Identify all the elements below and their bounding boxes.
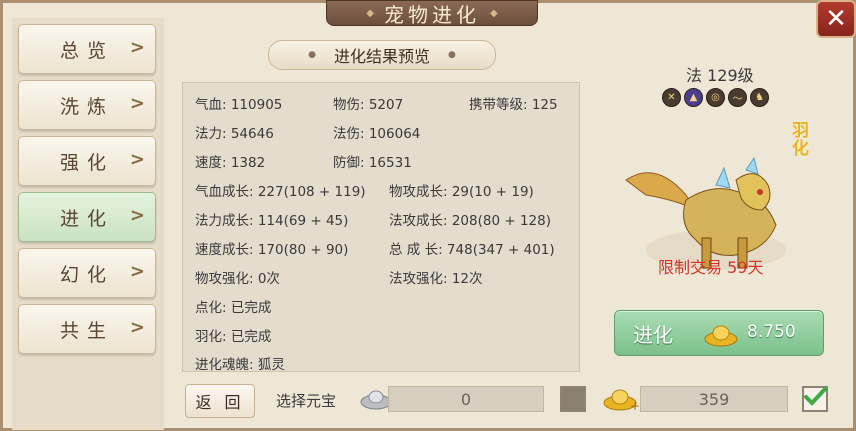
skill-3-icon[interactable]: ◎ [706, 88, 725, 107]
skill-5-icon[interactable]: ♞ [750, 88, 769, 107]
use-gold-checkbox[interactable] [802, 386, 828, 412]
checkmark-icon [804, 387, 827, 406]
pet-panel: 法 129级 ✕ ▲ ◎ 〜 ♞ 羽化 限制交易 59天 进化 8.750 [596, 40, 844, 370]
gold-amount-value: 359 [698, 389, 730, 409]
stat-hp-growth: 气血成长: 227(108 + 119) [195, 184, 366, 200]
close-icon: ✕ [825, 4, 847, 34]
header-dot-icon: ● [308, 50, 316, 60]
header-dot-icon: ● [448, 50, 456, 60]
ingot-amount-field[interactable]: 0 [388, 386, 544, 412]
chevron-right-icon: > [129, 93, 145, 114]
stat-mana-growth: 法力成长: 114(69 + 45) [195, 213, 349, 229]
back-button[interactable]: 返 回 [185, 384, 255, 418]
stat-phys-atk-growth: 物攻成长: 29(10 + 19) [389, 184, 534, 200]
sidebar-item-symbiosis[interactable]: 共生 > [18, 304, 156, 354]
chevron-right-icon: > [129, 37, 145, 58]
stat-hp: 气血: 110905 [195, 97, 283, 113]
chevron-right-icon: > [129, 205, 145, 226]
result-preview-header: ● 进化结果预览 ● [268, 40, 496, 70]
stats-panel: 气血: 110905 物伤: 5207 携带等级: 125 法力: 54646 … [182, 82, 580, 373]
sidebar: 总览 > 洗炼 > 强化 > 进化 > 幻化 > 共生 > [12, 18, 164, 430]
pet-level: 法 129级 [686, 66, 754, 85]
stat-magic-atk-growth: 法攻成长: 208(80 + 128) [389, 213, 551, 229]
chevron-right-icon: > [129, 149, 145, 170]
stat-magic-dmg: 法伤: 106064 [333, 126, 421, 142]
skill-4-icon[interactable]: 〜 [728, 88, 747, 107]
skill-2-icon[interactable]: ▲ [684, 88, 703, 107]
gold-ingot-icon [704, 325, 738, 347]
sidebar-item-label: 强化 [59, 151, 114, 174]
stat-phys-enhance: 物攻强化: 0次 [195, 271, 280, 287]
stat-total-growth: 总 成 长: 748(347 + 401) [389, 242, 555, 258]
sidebar-item-label: 进化 [59, 207, 114, 230]
stat-mana: 法力: 54646 [195, 126, 274, 142]
title-ornament-right: ◆ [490, 7, 498, 19]
back-button-label: 返 回 [195, 393, 245, 412]
stat-speed-growth: 速度成长: 170(80 + 90) [195, 242, 349, 258]
evolve-button[interactable]: 进化 8.750 [614, 310, 824, 356]
chevron-right-icon: > [129, 261, 145, 282]
chevron-right-icon: > [129, 317, 145, 338]
stat-dianhua: 点化: 已完成 [195, 300, 272, 316]
pet-skill-list: ✕ ▲ ◎ 〜 ♞ [662, 88, 769, 107]
stat-soul: 进化魂魄: 狐灵 [195, 357, 285, 373]
stat-defense: 防御: 16531 [333, 155, 412, 171]
title-ornament-left: ◆ [366, 7, 374, 19]
sidebar-item-label: 总览 [59, 39, 114, 62]
stat-speed: 速度: 1382 [195, 155, 266, 171]
sidebar-item-refine[interactable]: 洗炼 > [18, 80, 156, 130]
sidebar-item-transform[interactable]: 幻化 > [18, 248, 156, 298]
svg-text:+: + [630, 399, 640, 412]
stat-phys-dmg: 物伤: 5207 [333, 97, 404, 113]
close-button[interactable]: ✕ [816, 0, 856, 38]
ingot-amount-value: 0 [460, 389, 472, 409]
stat-carry-level: 携带等级: 125 [469, 97, 558, 113]
stat-magic-enhance: 法攻强化: 12次 [389, 271, 483, 287]
use-ingot-checkbox[interactable] [560, 386, 586, 412]
window-title-banner: ◆ 宠物进化 ◆ [326, 0, 538, 27]
window-title: 宠物进化 [384, 2, 480, 27]
sidebar-item-overview[interactable]: 总览 > [18, 24, 156, 74]
sidebar-item-evolve[interactable]: 进化 > [18, 192, 156, 242]
select-ingot-label: 选择元宝 [276, 392, 337, 410]
sidebar-item-enhance[interactable]: 强化 > [18, 136, 156, 186]
stat-yuhua: 羽化: 已完成 [195, 329, 272, 345]
gold-ingot-icon: + [603, 389, 640, 412]
evolve-cost: 8.750 [747, 322, 796, 342]
trade-limit-text: 限制交易 59天 [658, 258, 764, 277]
skill-1-icon[interactable]: ✕ [662, 88, 681, 107]
evolve-button-label: 进化 [633, 323, 673, 347]
sidebar-item-label: 幻化 [59, 263, 114, 286]
sidebar-item-label: 洗炼 [59, 95, 114, 118]
result-preview-title: 进化结果预览 [333, 47, 430, 66]
gold-amount-field: 359 [640, 386, 788, 412]
sidebar-item-label: 共生 [59, 319, 114, 342]
